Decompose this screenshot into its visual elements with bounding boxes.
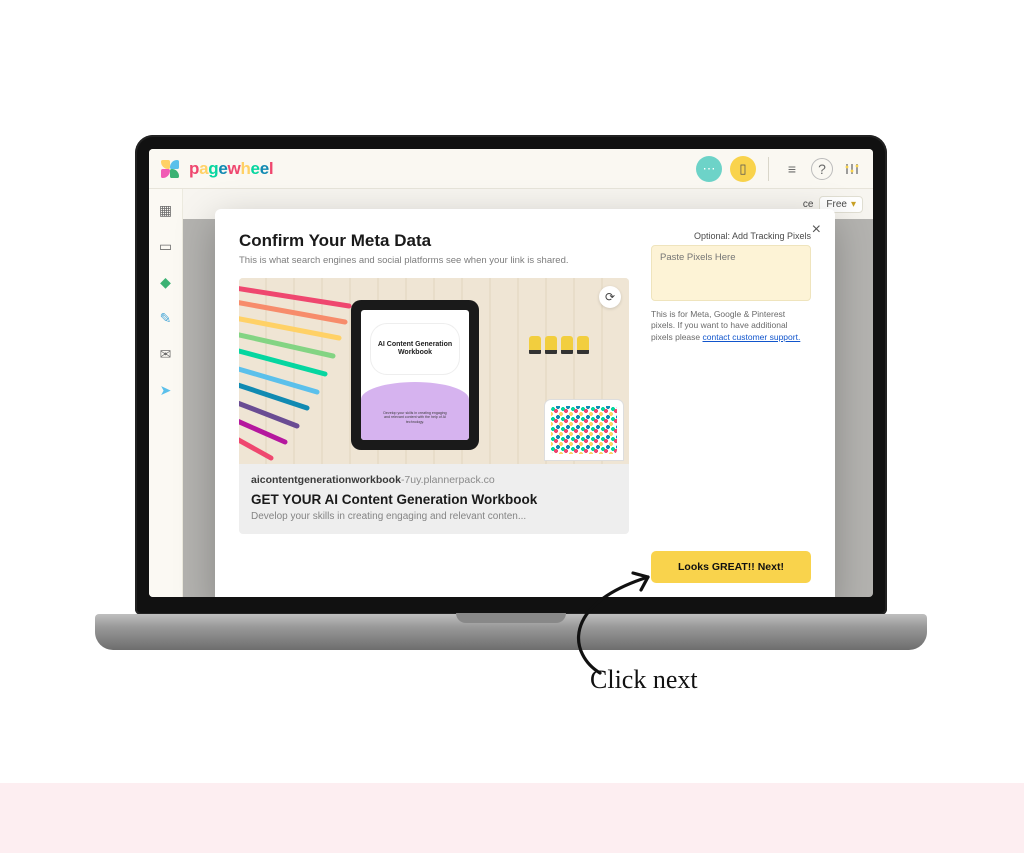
settings-icon[interactable] [841,158,863,180]
binder-clips-illustration [529,336,589,354]
nav-tag-icon[interactable]: ◆ [157,273,175,291]
modal-right-column: Optional: Add Tracking Pixels This is fo… [651,231,811,583]
nav-mail-icon[interactable]: ✉ [157,345,175,363]
secondary-row-text: ce [803,199,814,210]
annotation-text: Click next [590,665,698,695]
left-nav: ▦ ▭ ◆ ✎ ✉ ➤ [149,189,183,597]
preview-title: GET YOUR AI Content Generation Workbook [251,492,617,507]
app-header: pagewheel ⋯ ▯ ≡ ? [149,149,873,189]
nav-grid-icon[interactable]: ▦ [157,201,175,219]
app-viewport: pagewheel ⋯ ▯ ≡ ? ▦ ▭ ◆ ✎ ✉ ➤ [149,149,873,597]
header-divider [768,157,769,181]
brand-wordmark: pagewheel [189,159,273,179]
page-footer-strip [0,783,1024,853]
preview-url: aicontentgenerationworkbook-7uy.plannerp… [251,474,617,486]
tablet-title: AI Content Generation Workbook [371,324,459,374]
header-notes-button[interactable]: ▯ [730,156,756,182]
modal-title: Confirm Your Meta Data [239,231,629,251]
refresh-icon: ⟳ [605,290,615,304]
tracking-pixels-input[interactable] [651,245,811,301]
laptop-mockup: pagewheel ⋯ ▯ ≡ ? ▦ ▭ ◆ ✎ ✉ ➤ [95,135,927,650]
preview-meta-block: aicontentgenerationworkbook-7uy.plannerp… [239,464,629,534]
help-icon[interactable]: ? [811,158,833,180]
chevron-down-icon: ▾ [851,199,856,210]
contact-support-link[interactable]: contact customer support. [703,332,801,342]
preview-url-domain: -7uy.plannerpack.co [401,474,495,486]
tablet-mockup: AI Content Generation Workbook Develop y… [351,300,479,450]
header-bubble-button[interactable]: ⋯ [696,156,722,182]
annotation: Click next [530,565,790,705]
tracking-pixels-help: This is for Meta, Google & Pinterest pix… [651,309,811,343]
refresh-image-button[interactable]: ⟳ [599,286,621,308]
notebook-illustration [545,400,623,460]
tracking-pixels-label: Optional: Add Tracking Pixels [651,231,811,241]
nav-brush-icon[interactable]: ✎ [157,309,175,327]
close-icon[interactable]: × [812,221,821,239]
menu-icon[interactable]: ≡ [781,158,803,180]
nav-page-icon[interactable]: ▭ [157,237,175,255]
preview-url-slug: aicontentgenerationworkbook [251,474,401,486]
meta-data-modal: × Confirm Your Meta Data This is what se… [215,209,835,597]
preview-description: Develop your skills in creating engaging… [251,511,617,522]
tablet-subtitle: Develop your skills in creating engaging… [381,411,449,424]
nav-rocket-icon[interactable]: ➤ [157,381,175,399]
link-preview-card: AI Content Generation Workbook Develop y… [239,278,629,534]
pinwheel-logo-icon [159,158,181,180]
laptop-screen-bezel: pagewheel ⋯ ▯ ≡ ? ▦ ▭ ◆ ✎ ✉ ➤ [135,135,887,615]
preview-image: AI Content Generation Workbook Develop y… [239,278,629,464]
laptop-base [95,614,927,650]
modal-left-column: Confirm Your Meta Data This is what sear… [239,231,629,583]
free-badge-label: Free [826,199,847,210]
modal-subtitle: This is what search engines and social p… [239,255,629,266]
